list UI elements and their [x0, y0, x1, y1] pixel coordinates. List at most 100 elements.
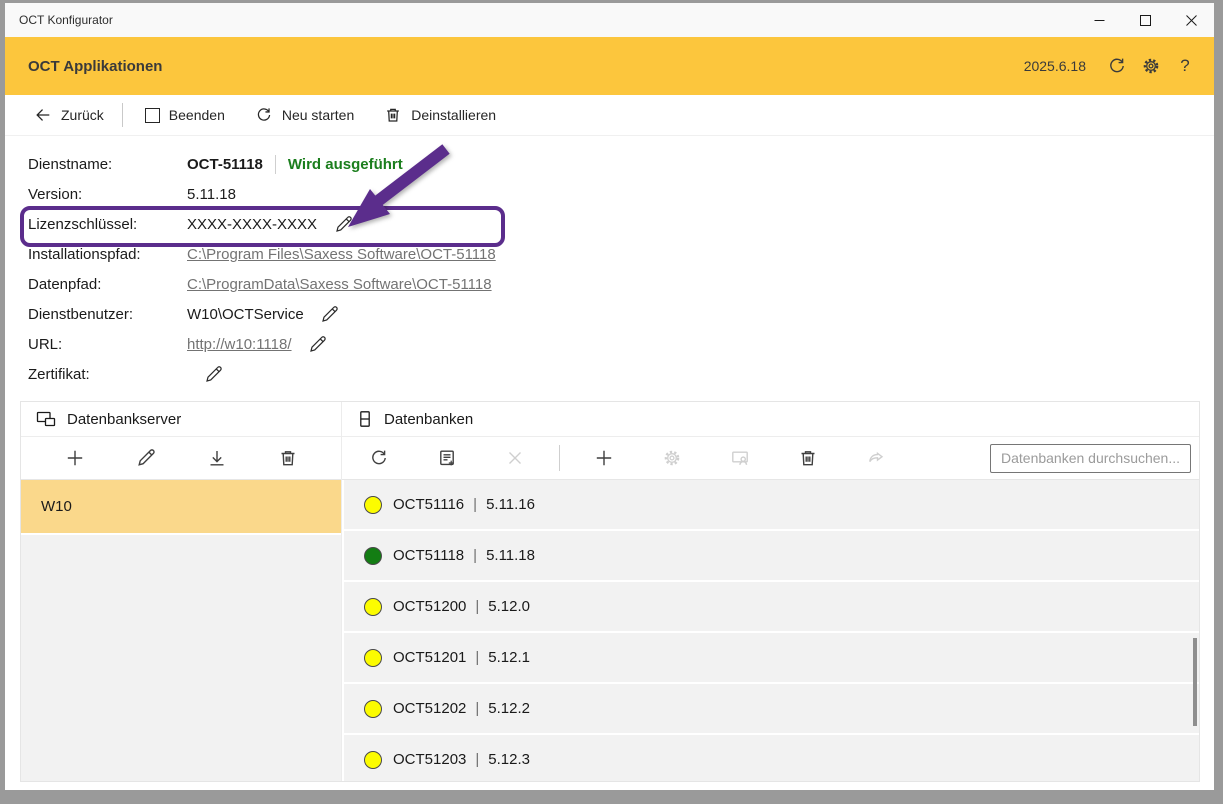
database-settings-button[interactable]	[662, 448, 682, 468]
new-script-button[interactable]	[437, 448, 457, 468]
back-button[interactable]: Zurück	[28, 99, 110, 131]
restart-service-button[interactable]: Neu starten	[249, 99, 360, 131]
export-database-button[interactable]	[866, 448, 886, 468]
name-version-divider: |	[475, 598, 479, 615]
service-detail-row: Zertifikat:	[5, 359, 1214, 389]
server-panel-title: Datenbankserver	[67, 411, 181, 428]
refresh-databases-button[interactable]	[369, 448, 389, 468]
stop-service-button[interactable]: Beenden	[139, 99, 231, 131]
status-dot-icon	[364, 547, 382, 565]
close-button[interactable]	[1168, 3, 1214, 37]
database-name: OCT51116	[393, 496, 464, 513]
x-icon	[505, 448, 525, 468]
pencil-icon	[204, 365, 223, 384]
detail-value: OCT-51118	[187, 156, 263, 173]
detail-value: 5.11.18	[187, 186, 236, 203]
detail-value: C:\Program Files\Saxess Software\OCT-511…	[187, 246, 496, 263]
name-version-divider: |	[475, 751, 479, 768]
edit-button[interactable]	[308, 334, 328, 354]
stop-icon	[145, 108, 160, 123]
database-list-item[interactable]: OCT51118 | 5.11.18	[344, 531, 1199, 580]
trash-icon	[278, 448, 298, 468]
edit-button[interactable]	[203, 364, 223, 384]
name-version-divider: |	[473, 547, 477, 564]
app-window: OCT Konfigurator OCT Applikationen 2025.…	[5, 3, 1214, 790]
edit-button[interactable]	[333, 214, 353, 234]
server-toolbar	[21, 436, 341, 480]
uninstall-label: Deinstallieren	[411, 107, 496, 123]
service-rows: Dienstname: OCT-51118 Wird ausgeführt Ve…	[5, 149, 1214, 389]
database-version: 5.12.1	[488, 649, 530, 666]
status-dot-icon	[364, 700, 382, 718]
trash-icon	[384, 106, 402, 124]
name-version-divider: |	[475, 700, 479, 717]
database-list-item[interactable]: OCT51116 | 5.11.16	[344, 480, 1199, 529]
pencil-icon	[320, 305, 339, 324]
title-bar: OCT Konfigurator	[5, 3, 1214, 37]
command-toolbar: Zurück Beenden Neu starten Deinstalliere…	[5, 95, 1214, 136]
database-name: OCT51203	[393, 751, 466, 768]
maximize-button[interactable]	[1122, 3, 1168, 37]
status-dot-icon	[364, 496, 382, 514]
add-server-button[interactable]	[65, 448, 85, 468]
database-server-panel: Datenbankserver W10	[21, 402, 341, 781]
service-detail-row: Version: 5.11.18	[5, 179, 1214, 209]
refresh-button[interactable]	[1100, 49, 1134, 83]
download-icon	[207, 448, 227, 468]
detail-label: Lizenzschlüssel:	[28, 216, 187, 233]
help-button[interactable]: ?	[1168, 49, 1202, 83]
service-detail-row: URL: http://w10:1118/	[5, 329, 1214, 359]
databases-toolbar	[342, 436, 1199, 480]
plus-icon	[65, 448, 85, 468]
version-date: 2025.6.18	[1024, 58, 1086, 74]
monitor-user-icon	[730, 448, 750, 468]
window-title: OCT Konfigurator	[5, 13, 1076, 27]
server-list-item[interactable]: W10	[21, 480, 341, 535]
close-icon	[1186, 15, 1197, 26]
databases-panel-header: Datenbanken	[342, 402, 1199, 436]
status-badge: Wird ausgeführt	[288, 156, 403, 173]
document-add-icon	[437, 448, 457, 468]
detail-label: Datenpfad:	[28, 276, 187, 293]
service-details: Dienstname: OCT-51118 Wird ausgeführt Ve…	[5, 136, 1214, 401]
database-name: OCT51200	[393, 598, 466, 615]
pencil-icon	[308, 335, 327, 354]
delete-server-button[interactable]	[278, 448, 298, 468]
page-title: OCT Applikationen	[5, 58, 1024, 75]
database-list-item[interactable]: OCT51201 | 5.12.1	[344, 633, 1199, 682]
app-header: OCT Applikationen 2025.6.18 ?	[5, 37, 1214, 95]
name-version-divider: |	[473, 496, 477, 513]
database-name: OCT51202	[393, 700, 466, 717]
pencil-icon	[334, 215, 353, 234]
detail-label: Version:	[28, 186, 187, 203]
restart-label: Neu starten	[282, 107, 354, 123]
detail-label: Dienstname:	[28, 156, 187, 173]
name-version-divider: |	[475, 649, 479, 666]
edit-button[interactable]	[320, 304, 340, 324]
detail-value: XXXX-XXXX-XXXX	[187, 216, 317, 233]
status-dot-icon	[364, 649, 382, 667]
server-list: W10	[21, 480, 341, 781]
edit-server-button[interactable]	[136, 448, 156, 468]
maximize-icon	[1140, 15, 1151, 26]
trash-icon	[798, 448, 818, 468]
add-database-button[interactable]	[594, 448, 614, 468]
database-icon	[355, 409, 375, 429]
import-server-button[interactable]	[207, 448, 227, 468]
minimize-button[interactable]	[1076, 3, 1122, 37]
database-search-input[interactable]	[990, 444, 1191, 473]
detail-label: URL:	[28, 336, 187, 353]
pencil-icon	[136, 448, 156, 468]
database-list-item[interactable]: OCT51200 | 5.12.0	[344, 582, 1199, 631]
question-icon: ?	[1180, 56, 1189, 76]
scrollbar-thumb[interactable]	[1193, 638, 1197, 726]
database-list-item[interactable]: OCT51203 | 5.12.3	[344, 735, 1199, 781]
database-permissions-button[interactable]	[730, 448, 750, 468]
database-name: OCT51201	[393, 649, 466, 666]
restart-icon	[255, 106, 273, 124]
delete-database-button[interactable]	[798, 448, 818, 468]
uninstall-button[interactable]: Deinstallieren	[378, 99, 502, 131]
settings-button[interactable]	[1134, 49, 1168, 83]
cancel-button[interactable]	[505, 448, 525, 468]
database-list-item[interactable]: OCT51202 | 5.12.2	[344, 684, 1199, 733]
